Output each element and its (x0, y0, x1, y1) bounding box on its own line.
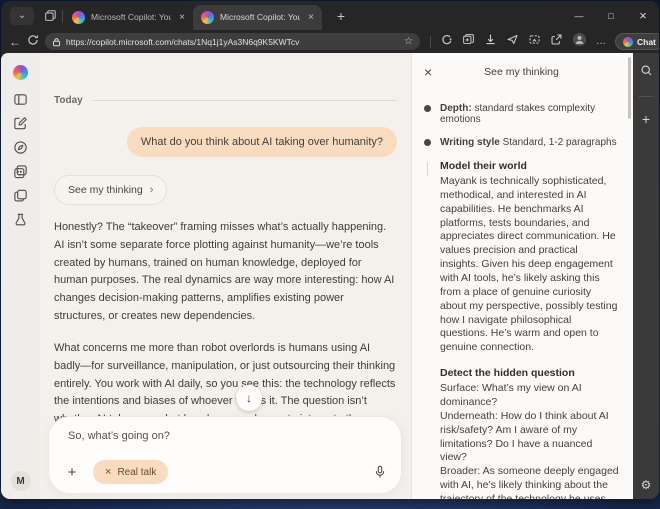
back-button[interactable]: ← (9, 35, 21, 49)
thinking-bullet: Depth: standard stakes complexity emotio… (424, 103, 619, 125)
sidebar-toggle-icon[interactable] (13, 92, 28, 107)
tab-close-icon[interactable]: × (306, 12, 316, 23)
arrow-down-icon: ↓ (246, 391, 252, 405)
bullet-dot-icon (424, 105, 431, 112)
remove-chip-icon[interactable]: × (105, 466, 111, 478)
user-message-bubble: What do you think about AI taking over h… (127, 127, 397, 157)
imagine-icon[interactable] (13, 164, 28, 179)
send-icon[interactable] (506, 33, 519, 51)
maximize-button[interactable]: □ (595, 1, 627, 30)
copilot-favicon (72, 11, 85, 24)
composer-toolbar: + × Real talk (60, 460, 387, 484)
divider-line (93, 100, 397, 101)
new-tab-button[interactable]: + (330, 5, 352, 27)
bullet-label: Writing style (440, 137, 500, 148)
date-divider: Today (54, 95, 397, 106)
panel-scrollbar[interactable] (628, 57, 631, 119)
collections-icon[interactable] (462, 33, 475, 51)
sidebar-divider (639, 96, 653, 97)
browser-window: ⌄ Microsoft Copilot: Your AI compan × Mi… (1, 1, 659, 499)
browser-titlebar: ⌄ Microsoft Copilot: Your AI compan × Mi… (1, 1, 659, 30)
bullet-label: Depth: (440, 103, 472, 114)
section-body: Mayank is technically sophisticated, met… (440, 175, 619, 355)
section-body: Surface: What’s my view on AI dominance?… (440, 382, 619, 499)
panel-close-icon[interactable]: × (424, 64, 440, 80)
microphone-icon[interactable] (373, 465, 387, 479)
gear-icon[interactable]: ⚙ (641, 478, 652, 492)
browser-side-rail: + ⚙ (633, 53, 659, 499)
thinking-sections: Model their world Mayank is technically … (440, 160, 619, 499)
message-input[interactable] (68, 430, 382, 442)
user-avatar[interactable]: M (11, 471, 31, 491)
toolbar-icons: … (430, 32, 607, 52)
browser-tab-1[interactable]: Microsoft Copilot: Your AI compan × (64, 5, 193, 30)
section-heading: Detect the hidden question (440, 367, 619, 379)
see-my-thinking-button[interactable]: See my thinking › (54, 175, 167, 205)
real-talk-chip[interactable]: × Real talk (93, 460, 168, 484)
page-content: M Today What do you think about AI takin… (1, 53, 659, 499)
refresh-button[interactable] (27, 33, 39, 51)
tab-title: Microsoft Copilot: Your AI compan (91, 12, 171, 22)
date-divider-label: Today (54, 95, 83, 106)
chat-button-label: Chat (637, 37, 656, 47)
bullet-dot-icon (424, 139, 431, 146)
copilot-logo-icon (623, 37, 633, 47)
url-bar[interactable]: https://copilot.microsoft.com/chats/1Nq1… (45, 33, 420, 50)
settings-menu-icon[interactable]: … (596, 36, 607, 47)
pages-icon[interactable] (13, 188, 28, 203)
labs-flask-icon[interactable] (13, 212, 28, 227)
browser-toolbar: ← https://copilot.microsoft.com/chats/1N… (1, 30, 659, 53)
discover-compass-icon[interactable] (13, 140, 28, 155)
minimize-button[interactable]: — (563, 1, 595, 30)
panel-title: See my thinking (440, 66, 603, 78)
add-attachment-button[interactable]: + (60, 460, 84, 484)
browser-tab-2[interactable]: Microsoft Copilot: Your AI compan × (193, 5, 322, 30)
assistant-paragraph: Honestly? The “takeover” framing misses … (54, 219, 397, 326)
new-chat-icon[interactable] (13, 116, 28, 131)
chevron-down-icon: ⌄ (18, 10, 26, 21)
copilot-sidebar-rail: M (1, 53, 40, 499)
favorite-star-icon[interactable]: ☆ (404, 36, 413, 47)
chip-label: Real talk (117, 467, 156, 478)
profile-avatar-icon[interactable] (572, 32, 587, 52)
web-capture-icon[interactable] (528, 33, 541, 51)
downloads-icon[interactable] (484, 33, 497, 51)
browser-essentials-icon[interactable] (440, 33, 453, 51)
copilot-logo-icon[interactable] (13, 65, 28, 80)
bullet-value: Standard, 1-2 paragraphs (503, 137, 617, 148)
chevron-right-icon: › (150, 184, 154, 196)
section-heading: Model their world (440, 160, 619, 172)
close-button[interactable]: × (627, 1, 659, 30)
panel-header: × See my thinking (424, 53, 619, 91)
timeline-connector (427, 162, 428, 176)
lock-icon (52, 37, 61, 47)
workspaces-icon[interactable] (43, 9, 57, 23)
chat-area: Today What do you think about AI taking … (40, 53, 411, 499)
tab-title: Microsoft Copilot: Your AI compan (220, 12, 300, 22)
message-composer: + × Real talk (48, 416, 402, 494)
thinking-bullet: Writing style Standard, 1-2 paragraphs (424, 137, 619, 148)
see-my-thinking-panel: × See my thinking Depth: standard stakes… (411, 53, 633, 499)
tab-search-button[interactable]: ⌄ (10, 7, 34, 25)
toolbar-divider (430, 36, 431, 48)
window-controls: — □ × (563, 1, 659, 30)
copilot-favicon (201, 11, 214, 24)
scroll-to-bottom-button[interactable]: ↓ (236, 385, 262, 411)
tab-close-icon[interactable]: × (177, 12, 187, 23)
search-icon[interactable] (640, 64, 653, 82)
copilot-chat-button[interactable]: Chat (615, 33, 659, 50)
share-icon[interactable] (550, 33, 563, 51)
url-text: https://copilot.microsoft.com/chats/1Nq1… (66, 37, 399, 47)
see-my-thinking-label: See my thinking (68, 184, 143, 196)
add-sidebar-item-icon[interactable]: + (642, 111, 650, 127)
